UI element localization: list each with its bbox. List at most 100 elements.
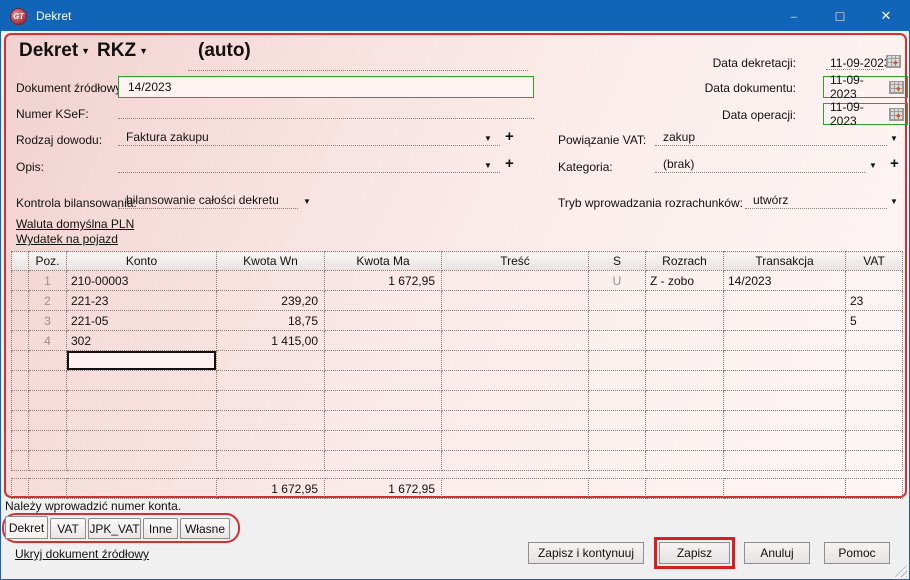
- chevron-down-icon: ▼: [139, 46, 148, 56]
- grid-row: 1 210-00003 1 672,95 U Z - zobo 14/2023: [11, 270, 903, 291]
- grid-row: 2 221-23 239,20 23: [11, 290, 903, 311]
- col-poz: Poz.: [28, 251, 67, 271]
- dropdown-icon[interactable]: ▼: [484, 161, 492, 171]
- dokument-zrodlowy-input[interactable]: 14/2023: [118, 76, 534, 98]
- cell-vat[interactable]: 23: [845, 290, 903, 311]
- cell-kwota-ma[interactable]: 1 672,95: [324, 270, 442, 291]
- save-and-continue-button[interactable]: Zapisz i kontynuuj: [528, 542, 644, 564]
- kontrola-bilansowania-select[interactable]: bilansowanie całości dekretu: [118, 192, 298, 209]
- calendar-icon[interactable]: [889, 107, 904, 121]
- col-tresc: Treść: [441, 251, 589, 271]
- cell-konto[interactable]: 210-00003: [66, 270, 217, 291]
- dropdown-icon[interactable]: ▼: [484, 134, 492, 144]
- cell-rozrach[interactable]: [645, 290, 724, 311]
- opis-select[interactable]: [118, 156, 500, 173]
- cell-kwota-ma[interactable]: [324, 330, 442, 351]
- col-konto: Konto: [66, 251, 217, 271]
- document-number-field[interactable]: [188, 57, 528, 71]
- help-button[interactable]: Pomoc: [824, 542, 890, 564]
- numer-ksef-input[interactable]: [118, 103, 534, 119]
- wydatek-na-pojazd-link[interactable]: Wydatek na pojazd: [16, 232, 118, 246]
- cell-kwota-wn[interactable]: 18,75: [216, 310, 325, 331]
- grid-row-focus: [11, 350, 903, 371]
- dekret-grid: Poz. Konto Kwota Wn Kwota Ma Treść S Roz…: [11, 251, 903, 471]
- cell-tresc[interactable]: [441, 310, 589, 331]
- cell-kwota-wn[interactable]: 1 415,00: [216, 330, 325, 351]
- cell-kwota-wn[interactable]: [216, 270, 325, 291]
- resize-grip[interactable]: [893, 563, 907, 577]
- powiazanie-vat-label: Powiązanie VAT:: [558, 133, 647, 147]
- dekret-menu[interactable]: Dekret ▼: [19, 40, 90, 62]
- cell-transakcja[interactable]: [723, 290, 846, 311]
- cell-tresc[interactable]: [441, 330, 589, 351]
- dropdown-icon[interactable]: ▼: [303, 197, 311, 207]
- rodzaj-dowodu-label: Rodzaj dowodu:: [16, 133, 103, 147]
- data-dokumentu-value: 11-09-2023: [830, 73, 864, 101]
- tab-jpk-vat[interactable]: JPK_VAT: [88, 518, 141, 539]
- cell-poz[interactable]: 3: [28, 310, 67, 331]
- waluta-domyslna-link[interactable]: Waluta domyślna PLN: [16, 217, 134, 231]
- dokument-zrodlowy-value: 14/2023: [128, 80, 172, 94]
- cell-vat[interactable]: [845, 330, 903, 351]
- add-icon[interactable]: +: [890, 156, 899, 171]
- add-icon[interactable]: +: [505, 156, 514, 171]
- kategoria-select[interactable]: (brak): [655, 156, 865, 173]
- grid-row: 4 302 1 415,00: [11, 330, 903, 351]
- tab-vat[interactable]: VAT: [50, 518, 86, 539]
- save-button[interactable]: Zapisz: [659, 542, 730, 564]
- kontrola-bilansowania-value: bilansowanie całości dekretu: [126, 193, 279, 207]
- dropdown-icon[interactable]: ▼: [890, 197, 898, 207]
- calendar-icon[interactable]: [889, 80, 904, 94]
- rodzaj-dowodu-select[interactable]: Faktura zakupu: [118, 129, 500, 146]
- close-icon[interactable]: ✕: [863, 1, 909, 31]
- cell-kwota-ma[interactable]: [324, 310, 442, 331]
- dekret-menu-label: Dekret: [19, 40, 79, 61]
- data-dokumentu-input[interactable]: 11-09-2023: [823, 73, 908, 101]
- cell-kwota-ma[interactable]: [324, 290, 442, 311]
- cell-konto[interactable]: 221-23: [66, 290, 217, 311]
- cell-transakcja[interactable]: 14/2023: [723, 270, 846, 291]
- cell-transakcja[interactable]: [723, 310, 846, 331]
- dropdown-icon[interactable]: ▼: [890, 134, 898, 144]
- cell-rozrach[interactable]: [645, 330, 724, 351]
- tab-wlasne[interactable]: Własne: [180, 518, 230, 539]
- grid-row-empty: [11, 410, 903, 431]
- cell-s[interactable]: [588, 330, 646, 351]
- cell-vat[interactable]: 5: [845, 310, 903, 331]
- rodzaj-dowodu-value: Faktura zakupu: [126, 130, 209, 144]
- cell-tresc[interactable]: [441, 270, 589, 291]
- cell-poz[interactable]: 4: [28, 330, 67, 351]
- focused-konto-cell[interactable]: [66, 350, 217, 371]
- grid-row: 3 221-05 18,75 5: [11, 310, 903, 331]
- data-dekretacji-value[interactable]: 11-09-2023: [830, 56, 891, 70]
- cell-poz[interactable]: 2: [28, 290, 67, 311]
- maximize-icon[interactable]: □: [817, 1, 863, 31]
- cell-vat[interactable]: [845, 270, 903, 291]
- app-logo-icon: GT: [10, 7, 27, 25]
- tryb-rozrachunkow-select[interactable]: utwórz: [745, 192, 887, 209]
- cell-konto[interactable]: 221-05: [66, 310, 217, 331]
- calendar-icon[interactable]: [886, 55, 901, 68]
- cell-s[interactable]: U: [588, 270, 646, 291]
- minimize-icon[interactable]: –: [771, 1, 817, 31]
- cell-rozrach[interactable]: Z - zobo: [645, 270, 724, 291]
- tab-dekret[interactable]: Dekret: [5, 516, 48, 539]
- powiazanie-vat-select[interactable]: zakup: [655, 129, 887, 146]
- cell-rozrach[interactable]: [645, 310, 724, 331]
- rkz-menu[interactable]: RKZ ▼: [97, 40, 148, 62]
- ukryj-dokument-link[interactable]: Ukryj dokument źródłowy: [15, 547, 149, 561]
- col-s: S: [588, 251, 646, 271]
- cell-poz[interactable]: 1: [28, 270, 67, 291]
- cell-kwota-wn[interactable]: 239,20: [216, 290, 325, 311]
- data-operacji-input[interactable]: 11-09-2023: [823, 100, 908, 128]
- dropdown-icon[interactable]: ▼: [869, 161, 877, 171]
- cell-s[interactable]: [588, 290, 646, 311]
- cell-konto[interactable]: 302: [66, 330, 217, 351]
- cell-s[interactable]: [588, 310, 646, 331]
- cell-transakcja[interactable]: [723, 330, 846, 351]
- add-icon[interactable]: +: [505, 129, 514, 144]
- tab-inne[interactable]: Inne: [143, 518, 178, 539]
- cancel-button[interactable]: Anuluj: [744, 542, 810, 564]
- dokument-zrodlowy-label: Dokument źródłowy:: [16, 81, 125, 95]
- cell-tresc[interactable]: [441, 290, 589, 311]
